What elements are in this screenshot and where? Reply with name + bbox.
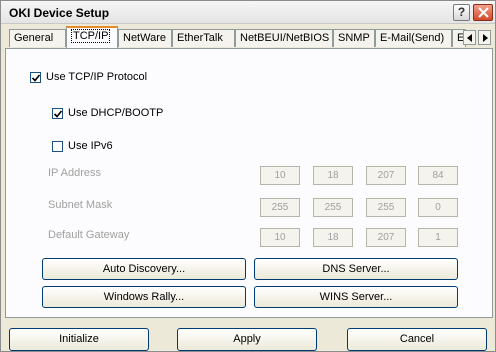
use-tcpip-checkbox[interactable]	[30, 72, 41, 83]
wins-server-button[interactable]: WINS Server...	[254, 286, 458, 308]
gateway-octet-2: 18	[313, 228, 353, 247]
window-title: OKI Device Setup	[9, 6, 110, 20]
tab-netware[interactable]: NetWare	[118, 29, 172, 47]
checkmark-icon	[54, 110, 62, 118]
dialog-window: OKI Device Setup ? General TCP/IP NetWar…	[0, 0, 496, 352]
close-button[interactable]	[473, 4, 493, 21]
tab-scroll-left[interactable]	[463, 30, 476, 45]
use-tcpip-label: Use TCP/IP Protocol	[46, 71, 148, 83]
use-dhcp-checkbox[interactable]	[52, 108, 63, 119]
help-button[interactable]: ?	[453, 4, 470, 21]
dns-server-button[interactable]: DNS Server...	[254, 258, 458, 280]
tab-strip: General TCP/IP NetWare EtherTalk NetBEUI…	[5, 26, 493, 48]
gateway-octet-1: 10	[260, 228, 300, 247]
apply-button[interactable]: Apply	[177, 328, 317, 351]
ip-octet-4: 84	[418, 166, 458, 185]
gateway-octet-3: 207	[366, 228, 406, 247]
ip-octet-2: 18	[313, 166, 353, 185]
cancel-button[interactable]: Cancel	[347, 328, 487, 351]
use-ipv6-label: Use IPv6	[68, 140, 113, 152]
ip-octet-1: 10	[260, 166, 300, 185]
subnet-octet-1: 255	[260, 198, 300, 217]
close-icon	[478, 7, 489, 18]
use-dhcp-label: Use DHCP/BOOTP	[68, 107, 164, 119]
subnet-octet-3: 255	[366, 198, 406, 217]
auto-discovery-button[interactable]: Auto Discovery...	[42, 258, 246, 280]
tab-netbeui[interactable]: NetBEUI/NetBIOS	[235, 29, 333, 47]
tcpip-panel: Use TCP/IP Protocol Use DHCP/BOOTP Use I…	[5, 48, 493, 318]
windows-rally-button[interactable]: Windows Rally...	[42, 286, 246, 308]
tab-tcpip-label: TCP/IP	[71, 29, 111, 43]
subnet-octet-4: 0	[418, 198, 458, 217]
tab-scroll-right[interactable]	[478, 30, 491, 45]
arrow-right-icon	[483, 34, 488, 42]
subnet-mask-label: Subnet Mask	[48, 199, 113, 211]
tab-general[interactable]: General	[9, 29, 66, 47]
arrow-left-icon	[467, 34, 472, 42]
tab-email-send[interactable]: E-Mail(Send)	[375, 29, 452, 47]
checkmark-icon	[32, 74, 40, 82]
use-ipv6-checkbox[interactable]	[52, 141, 63, 152]
tab-tcpip[interactable]: TCP/IP	[66, 26, 118, 48]
ip-address-label: IP Address	[48, 167, 101, 179]
gateway-octet-4: 1	[418, 228, 458, 247]
title-bar[interactable]: OKI Device Setup ?	[1, 1, 495, 24]
default-gateway-label: Default Gateway	[48, 229, 130, 241]
initialize-button[interactable]: Initialize	[9, 328, 149, 351]
ip-octet-3: 207	[366, 166, 406, 185]
tab-ethertalk[interactable]: EtherTalk	[172, 29, 235, 47]
subnet-octet-2: 255	[313, 198, 353, 217]
tab-snmp[interactable]: SNMP	[333, 29, 375, 47]
